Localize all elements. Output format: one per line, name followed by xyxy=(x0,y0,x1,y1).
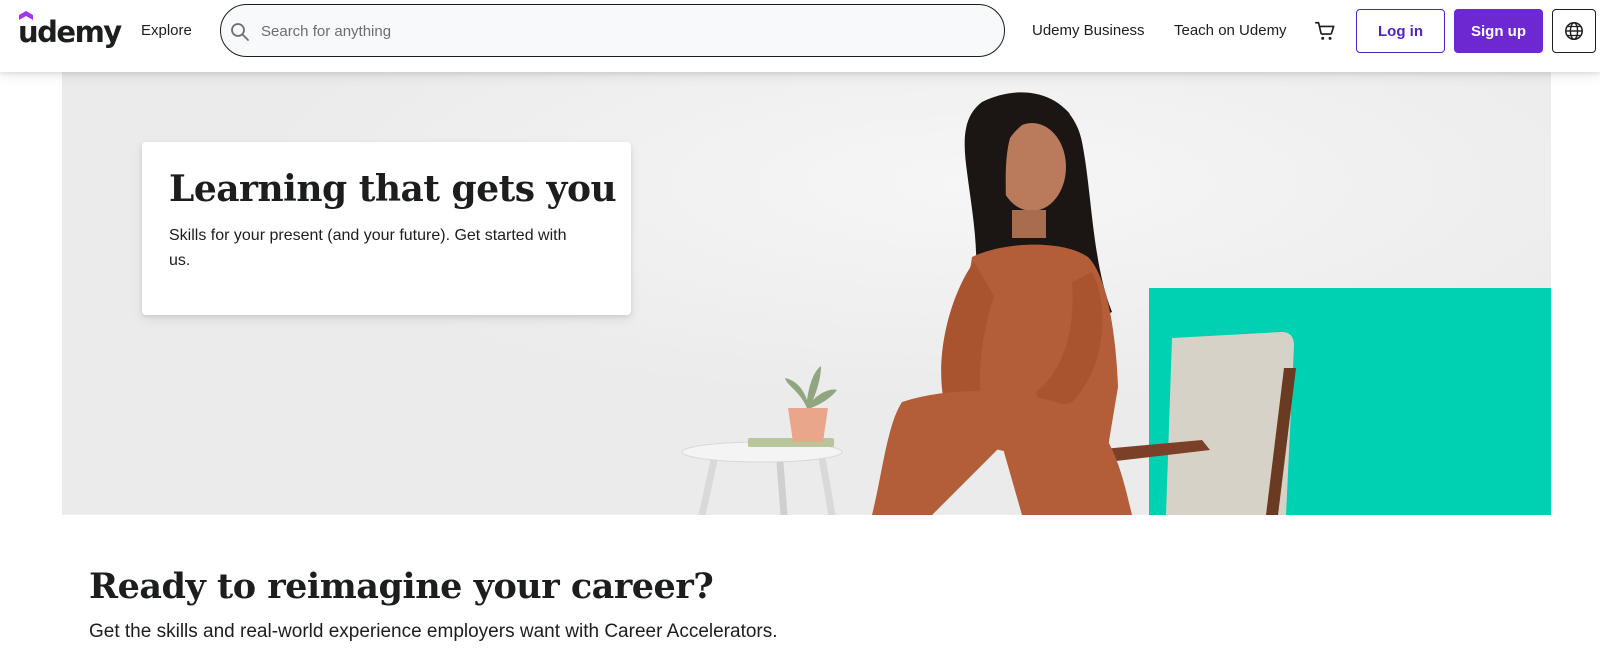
explore-link[interactable]: Explore xyxy=(141,22,192,39)
language-button[interactable] xyxy=(1552,9,1596,53)
signup-button[interactable]: Sign up xyxy=(1454,9,1543,53)
hero-banner: Learning that gets you Skills for your p… xyxy=(62,72,1551,515)
udemy-business-link[interactable]: Udemy Business xyxy=(1032,22,1145,39)
udemy-logo[interactable]: udemy xyxy=(18,10,122,54)
cart-icon[interactable] xyxy=(1314,20,1336,42)
hero-title: Learning that gets you xyxy=(169,168,617,210)
career-section-subtitle: Get the skills and real-world experience… xyxy=(89,621,778,642)
teach-on-udemy-link[interactable]: Teach on Udemy xyxy=(1174,22,1287,39)
career-section-title: Ready to reimagine your career? xyxy=(89,566,714,607)
hero-subtitle: Skills for your present (and your future… xyxy=(169,227,567,269)
search-bar[interactable] xyxy=(220,4,1005,57)
logo-text: udemy xyxy=(18,15,122,49)
hero-card: Learning that gets you Skills for your p… xyxy=(142,142,631,315)
search-icon[interactable] xyxy=(230,22,250,42)
login-button[interactable]: Log in xyxy=(1356,9,1445,53)
search-input[interactable] xyxy=(261,16,961,46)
top-header: udemy Explore Udemy Business Teach on Ud… xyxy=(0,0,1600,72)
globe-icon xyxy=(1565,22,1583,40)
